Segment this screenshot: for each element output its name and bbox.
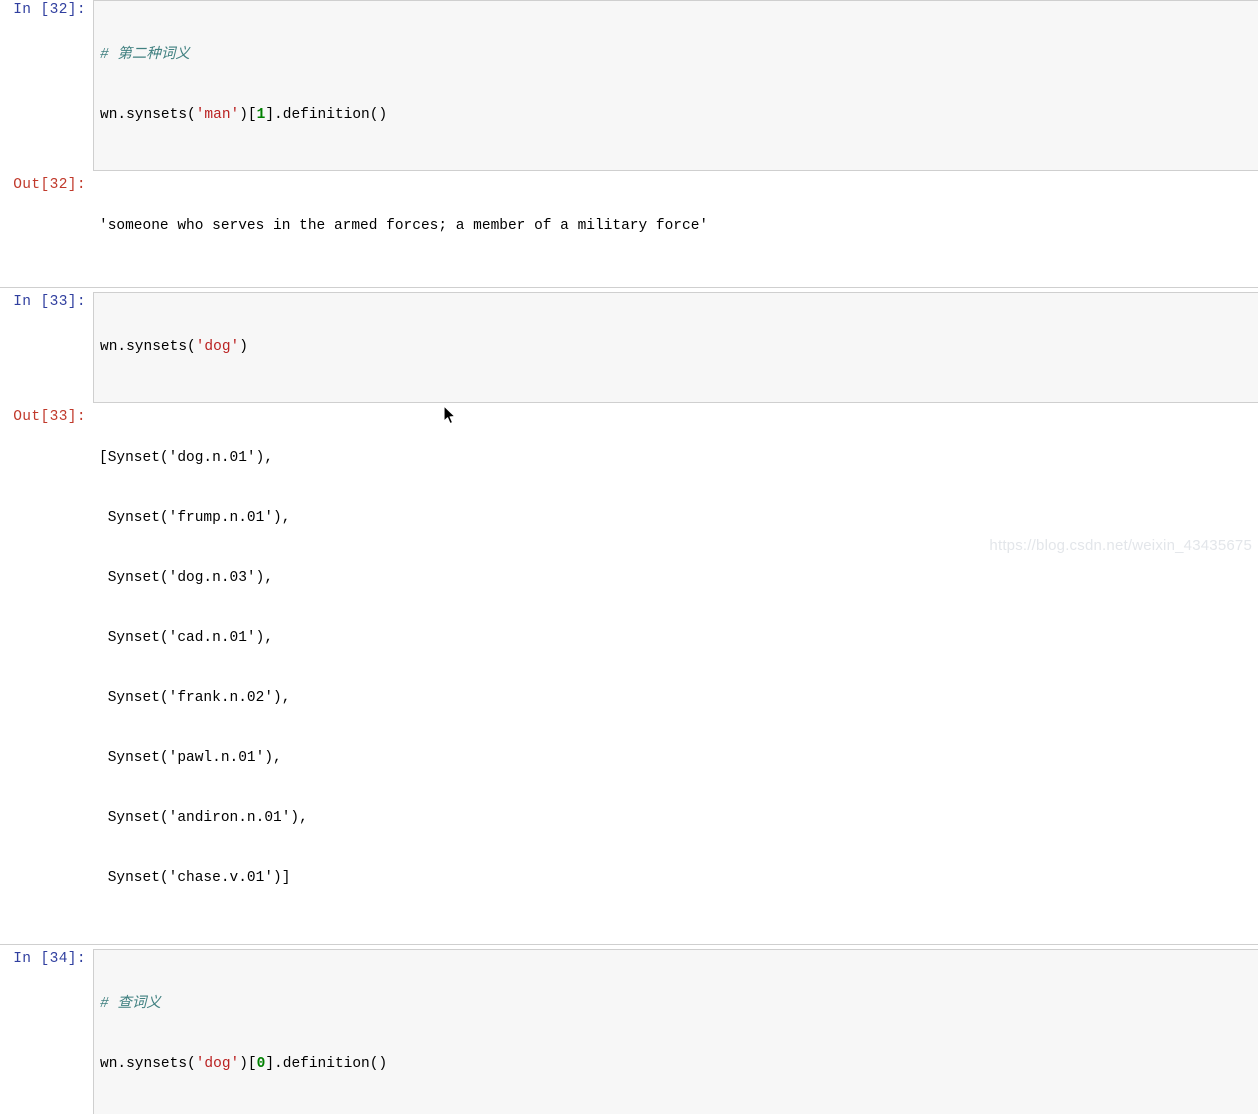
code-token-plain: wn.synsets( — [100, 1056, 196, 1072]
cell-input-row-33[interactable]: In [33]: wn.synsets('dog') — [0, 292, 1258, 403]
code-editor-32[interactable]: # 第二种词义 wn.synsets('man')[1].definition(… — [93, 0, 1258, 171]
notebook-container: In [32]: # 第二种词义 wn.synsets('man')[1].de… — [0, 0, 1258, 1114]
code-token-plain: wn.synsets( — [100, 339, 196, 355]
code-comment: # 查词义 — [100, 996, 161, 1012]
code-token-plain: )[ — [239, 1056, 257, 1072]
notebook-cell-33[interactable]: In [33]: wn.synsets('dog') Out[33]: [Syn… — [0, 292, 1258, 944]
code-editor-33[interactable]: wn.synsets('dog') — [93, 292, 1258, 403]
output-line: [Synset('dog.n.01'), — [99, 450, 274, 466]
code-line: wn.synsets('man')[1].definition() — [100, 105, 1252, 125]
code-token-plain: wn.synsets( — [100, 107, 196, 123]
output-line: Synset('andiron.n.01'), — [99, 810, 308, 826]
output-text-33: [Synset('dog.n.01'), Synset('frump.n.01'… — [93, 407, 1258, 930]
code-line: wn.synsets('dog') — [100, 337, 1252, 357]
notebook-cell-34[interactable]: In [34]: # 查词义 wn.synsets('dog')[0].defi… — [0, 949, 1258, 1114]
code-token-number: 0 — [256, 1056, 266, 1072]
code-editor-34[interactable]: # 查词义 wn.synsets('dog')[0].definition() — [93, 949, 1258, 1114]
output-prompt-33: Out[33]: — [13, 409, 86, 425]
input-prompt-32: In [32]: — [13, 2, 86, 18]
code-comment: # 第二种词义 — [100, 47, 190, 63]
output-prompt-32: Out[32]: — [13, 177, 86, 193]
cell-input-row-32[interactable]: In [32]: # 第二种词义 wn.synsets('man')[1].de… — [0, 0, 1258, 171]
output-line: Synset('cad.n.01'), — [99, 630, 274, 646]
output-line: 'someone who serves in the armed forces;… — [99, 218, 709, 234]
notebook-cell-32[interactable]: In [32]: # 第二种词义 wn.synsets('man')[1].de… — [0, 0, 1258, 287]
code-token-plain: ].definition() — [265, 1056, 388, 1072]
output-line: Synset('dog.n.03'), — [99, 570, 274, 586]
code-token-string: 'man' — [195, 107, 240, 123]
output-line: Synset('chase.v.01')] — [99, 870, 291, 886]
code-line: # 第二种词义 — [100, 45, 1252, 65]
code-line: wn.synsets('dog')[0].definition() — [100, 1054, 1252, 1074]
code-line: # 查词义 — [100, 994, 1252, 1014]
cell-output-row-32: Out[32]: 'someone who serves in the arme… — [0, 175, 1258, 278]
input-prompt-33: In [33]: — [13, 294, 86, 310]
code-token-plain: ) — [239, 339, 248, 355]
watermark-text: https://blog.csdn.net/weixin_43435675 — [989, 537, 1252, 554]
cell-input-row-34[interactable]: In [34]: # 查词义 wn.synsets('dog')[0].defi… — [0, 949, 1258, 1114]
code-token-plain: )[ — [239, 107, 257, 123]
code-token-string: 'dog' — [195, 339, 240, 355]
input-prompt-34: In [34]: — [13, 951, 86, 967]
output-line: Synset('frank.n.02'), — [99, 690, 291, 706]
code-token-string: 'dog' — [195, 1056, 240, 1072]
output-line: Synset('pawl.n.01'), — [99, 750, 282, 766]
output-text-32: 'someone who serves in the armed forces;… — [93, 175, 1258, 278]
cell-output-row-33: Out[33]: [Synset('dog.n.01'), Synset('fr… — [0, 407, 1258, 930]
code-token-plain: ].definition() — [265, 107, 388, 123]
output-line: Synset('frump.n.01'), — [99, 510, 291, 526]
